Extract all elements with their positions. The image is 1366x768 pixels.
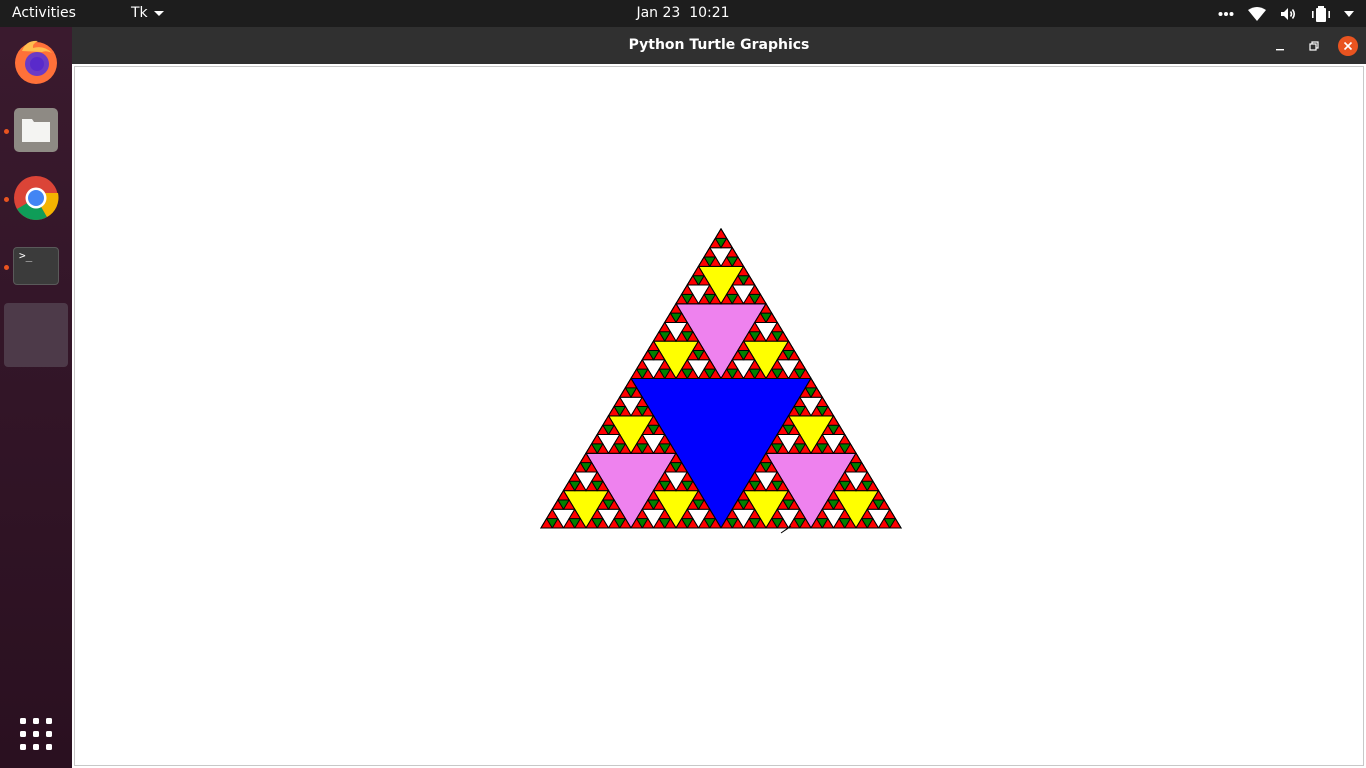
close-button[interactable] [1338, 36, 1358, 56]
system-tray[interactable] [1218, 0, 1354, 27]
dock: >_ [0, 27, 72, 768]
dock-item-firefox[interactable] [4, 30, 68, 94]
clock: Jan 23 10:21 [0, 0, 1366, 27]
show-applications-button[interactable] [4, 702, 68, 766]
chrome-icon [14, 176, 59, 220]
maximize-button[interactable] [1304, 36, 1324, 56]
battery-icon [1312, 5, 1330, 22]
sierpinski-drawing [540, 228, 902, 534]
tk-window-icon [12, 311, 60, 359]
clock-button[interactable]: Jan 23 10:21 [636, 5, 729, 21]
terminal-icon: >_ [13, 247, 59, 285]
dock-item-files[interactable] [4, 98, 68, 162]
app-menu-label: Tk [131, 5, 148, 21]
volume-icon [1281, 7, 1296, 20]
minimize-icon [1276, 49, 1284, 51]
window-titlebar[interactable]: Python Turtle Graphics [72, 27, 1366, 64]
files-icon [14, 108, 58, 152]
wifi-icon [1248, 6, 1266, 21]
top-bar: Activities Tk Jan 23 10:21 [0, 0, 1366, 27]
caret-down-icon [153, 10, 164, 16]
date-label: Jan 23 [636, 5, 681, 21]
time-label: 10:21 [689, 5, 730, 21]
turtle-canvas[interactable] [74, 66, 1364, 766]
sierpinski-triangle-l5 [714, 228, 728, 239]
window-title: Python Turtle Graphics [628, 37, 810, 53]
app-grid-icon [20, 718, 52, 750]
dock-item-chrome[interactable] [4, 166, 68, 230]
minimize-button[interactable] [1270, 36, 1290, 56]
terminal-prompt: >_ [19, 249, 33, 262]
close-icon [1343, 41, 1353, 51]
dock-item-tk-window[interactable] [4, 303, 68, 367]
app-menu[interactable]: Tk [131, 0, 164, 27]
firefox-icon [15, 40, 57, 84]
maximize-icon [1309, 41, 1319, 51]
dock-item-terminal[interactable]: >_ [4, 234, 68, 298]
activities-button[interactable]: Activities [12, 0, 76, 27]
caret-down-icon[interactable] [1344, 10, 1354, 17]
more-icon[interactable] [1218, 11, 1234, 17]
turtle-window: Python Turtle Graphics [72, 27, 1366, 768]
